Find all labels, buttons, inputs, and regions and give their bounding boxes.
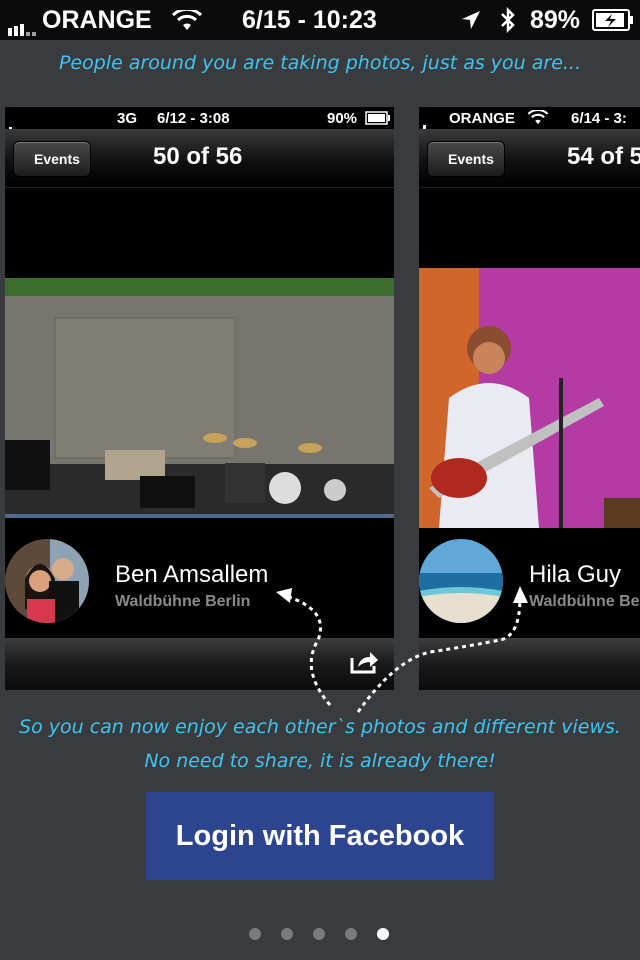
photo-card[interactable]: ORANGE 6/14 - 3: Events 54 of 5 Hila Guy…	[419, 107, 640, 690]
venue-label: Waldbühne Berlin	[115, 593, 251, 610]
headline: People around you are taking photos, jus…	[58, 52, 582, 74]
location-arrow-icon	[462, 11, 480, 29]
photo-card[interactable]: 3G 6/12 - 3:08 90% Events 50 of 56 Ben A…	[5, 107, 394, 690]
avatar[interactable]	[419, 539, 503, 623]
page-dot[interactable]	[313, 928, 325, 940]
page-dot[interactable]	[249, 928, 261, 940]
events-back-button[interactable]: Events	[427, 141, 505, 177]
battery-icon	[365, 111, 390, 125]
navigation-bar: Events 54 of 5	[419, 129, 640, 188]
caption-line-2: No need to share, it is already there!	[144, 750, 496, 772]
page-dot[interactable]	[345, 928, 357, 940]
caption-line-1: So you can now enjoy each other`s photos…	[19, 716, 621, 738]
login-with-facebook-button[interactable]: Login with Facebook	[146, 792, 494, 880]
card-clock: 6/12 - 3:08	[157, 110, 230, 127]
share-icon[interactable]	[350, 650, 380, 674]
carrier-label: ORANGE	[42, 6, 152, 34]
card-battery: 90%	[327, 110, 358, 127]
photographer-info[interactable]: Hila Guy Waldbühne Be	[419, 517, 640, 637]
bluetooth-icon	[501, 7, 515, 33]
network-label: 3G	[117, 110, 138, 127]
signal-icon	[8, 7, 38, 36]
carrier: ORANGE	[8, 6, 203, 36]
battery-percent: 89%	[530, 6, 581, 34]
wifi-icon	[171, 8, 202, 31]
bottom-toolbar	[419, 638, 640, 690]
concert-stage-photo[interactable]	[5, 278, 394, 518]
card-carrier: ORANGE	[449, 110, 515, 127]
photographer-name: Ben Amsallem	[115, 561, 269, 588]
card-clock: 6/14 - 3:	[571, 110, 627, 127]
wifi-icon	[527, 110, 549, 125]
photo-counter: 54 of 5	[567, 143, 640, 170]
page-dot-active[interactable]	[377, 928, 389, 940]
events-back-button[interactable]: Events	[13, 141, 91, 177]
guitarist-photo[interactable]	[419, 268, 640, 528]
clock: 6/15 - 10:23	[242, 6, 377, 34]
battery-charging-icon	[592, 9, 633, 31]
photographer-name: Hila Guy	[529, 561, 622, 588]
card-status-bar: 3G 6/12 - 3:08 90%	[5, 107, 394, 183]
photographer-info[interactable]: Ben Amsallem Waldbühne Berlin	[5, 517, 394, 637]
navigation-bar: Events 50 of 56	[5, 129, 394, 188]
photo-counter: 50 of 56	[153, 143, 243, 170]
venue-label: Waldbühne Be	[529, 593, 640, 610]
bottom-toolbar	[5, 638, 394, 690]
page-dot[interactable]	[281, 928, 293, 940]
avatar[interactable]	[5, 539, 89, 623]
card-status-bar: ORANGE 6/14 - 3:	[419, 107, 640, 164]
status-bar: ORANGE 6/15 - 10:23 89%	[0, 0, 640, 40]
